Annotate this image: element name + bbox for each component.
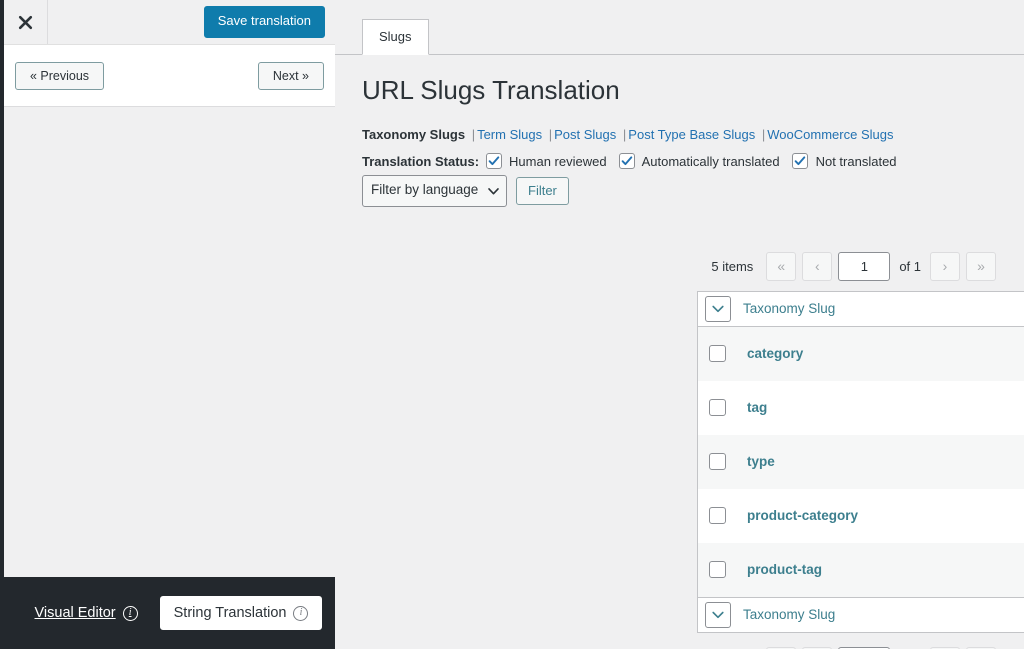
taxonomy-slugs-table: Taxonomy Slug category tag type product-… — [697, 290, 1024, 633]
row-checkbox[interactable] — [709, 453, 726, 471]
language-filter-select[interactable]: Filter by language — [362, 175, 507, 207]
translation-status-label: Translation Status: — [362, 153, 480, 169]
string-translation-label: String Translation — [173, 605, 287, 621]
row-checkbox[interactable] — [709, 345, 726, 363]
close-icon[interactable] — [4, 0, 48, 44]
info-icon[interactable]: i — [122, 605, 138, 621]
filter-human-reviewed[interactable]: Human reviewed — [486, 153, 611, 170]
not-translated-label: Not translated — [815, 153, 897, 169]
previous-button[interactable]: « Previous — [15, 61, 105, 90]
toggle-all-columns-button[interactable] — [705, 295, 731, 322]
table-row[interactable]: category — [698, 326, 1024, 381]
editor-toolbar: Save translation — [4, 0, 335, 45]
translation-editor-panel: Save translation « Previous Next » Visua… — [0, 0, 335, 649]
visual-editor-label: Visual Editor — [34, 605, 116, 621]
table-row[interactable]: tag — [698, 380, 1024, 435]
checkbox-human-reviewed-label: Human reviewed — [509, 153, 607, 169]
filter-not-translated[interactable] — [791, 153, 808, 170]
language-filter-wrap[interactable]: Filter by language — [362, 175, 507, 207]
row-slug-link[interactable]: category — [747, 346, 803, 361]
row-checkbox[interactable] — [709, 399, 726, 417]
row-slug-link[interactable]: type — [747, 454, 775, 469]
previous-page-button-top[interactable]: ‹ — [802, 251, 833, 281]
table-row[interactable]: type — [698, 434, 1024, 489]
checkbox-not-translated[interactable] — [791, 153, 808, 170]
column-footer-taxonomy-slug[interactable]: Taxonomy Slug — [743, 607, 835, 622]
filter-automatically-translated[interactable]: Automatically translated — [618, 153, 784, 170]
subnav-separator: | — [622, 126, 627, 142]
editor-footer-bar: Visual Editor i String Translation i — [4, 577, 335, 649]
next-button[interactable]: Next » — [257, 61, 324, 90]
subnav-item-taxonomy-slugs[interactable]: Taxonomy Slugs — [362, 127, 465, 142]
subnav: Taxonomy Slugs | Term Slugs | Post Slugs |… — [362, 125, 1024, 145]
subnav-item-woocommerce-slugs[interactable]: WooCommerce Slugs — [767, 127, 893, 142]
visual-editor-link[interactable]: Visual Editor i — [35, 605, 138, 621]
checkbox-automatically-translated-label: Automatically translated — [641, 153, 780, 169]
table-footer-row: Taxonomy Slug — [698, 596, 1024, 632]
tab-bar: Slugs — [335, 0, 1024, 55]
checkbox-automatically-translated[interactable] — [618, 153, 635, 170]
subnav-item-post-type-base-slugs[interactable]: Post Type Base Slugs — [628, 127, 755, 142]
row-slug-link[interactable]: tag — [747, 400, 767, 415]
row-slug-link[interactable]: product-category — [747, 508, 858, 523]
current-page-input-top[interactable] — [838, 251, 891, 281]
tab-slugs[interactable]: Slugs — [362, 18, 429, 55]
filter-button[interactable]: Filter — [516, 176, 569, 205]
table-header-row: Taxonomy Slug — [698, 291, 1024, 327]
table-row[interactable]: product-category — [698, 488, 1024, 543]
main-content: Slugs URL Slugs Translation Taxonomy Slu… — [335, 0, 1024, 649]
first-page-button-top[interactable]: « — [766, 251, 797, 281]
checkbox-human-reviewed[interactable] — [486, 153, 503, 170]
row-checkbox[interactable] — [709, 561, 726, 579]
app-screen: Save translation « Previous Next » Visua… — [0, 0, 1024, 649]
info-icon[interactable]: i — [293, 605, 309, 621]
page-title: URL Slugs Translation — [362, 75, 620, 105]
subnav-separator: | — [548, 126, 553, 142]
editor-navigation-bar: « Previous Next » — [4, 45, 335, 107]
row-checkbox[interactable] — [709, 507, 726, 525]
subnav-item-term-slugs[interactable]: Term Slugs — [477, 127, 542, 142]
next-page-button-top[interactable]: › — [930, 251, 960, 281]
subnav-separator: | — [471, 126, 476, 142]
save-translation-button[interactable]: Save translation — [203, 6, 325, 38]
table-row[interactable]: product-tag — [698, 542, 1024, 597]
filters-bar: Translation Status: Human reviewed Autom… — [362, 153, 982, 207]
subnav-item-post-slugs[interactable]: Post Slugs — [554, 127, 616, 142]
string-translation-button[interactable]: String Translation i — [159, 596, 323, 630]
subnav-separator: | — [761, 126, 766, 142]
editor-content-area — [4, 107, 335, 577]
toggle-all-columns-button[interactable] — [705, 601, 731, 628]
items-count-top: 5 items — [711, 258, 754, 274]
row-slug-link[interactable]: product-tag — [747, 562, 822, 577]
column-header-taxonomy-slug[interactable]: Taxonomy Slug — [743, 301, 835, 316]
pagination-top: 5 items « ‹ of 1 › » — [335, 251, 1024, 281]
total-pages-label-top: of 1 — [899, 258, 921, 274]
last-page-button-top[interactable]: » — [966, 251, 996, 281]
